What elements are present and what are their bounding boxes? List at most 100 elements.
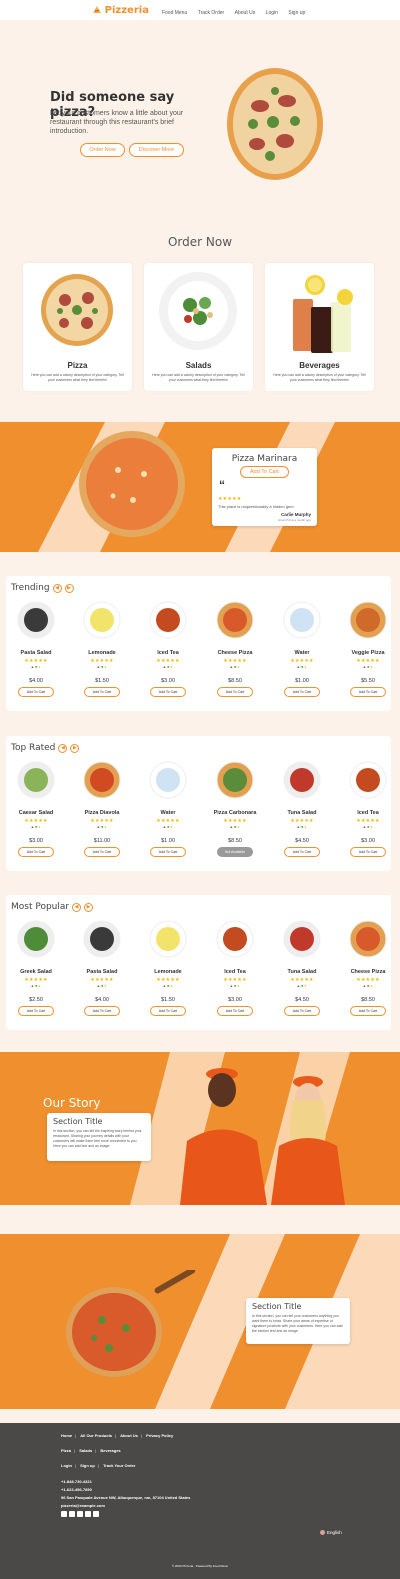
prev-arrow-icon[interactable]: ◀ xyxy=(52,583,62,593)
add-to-cart-button[interactable]: Add To Cart xyxy=(18,1006,54,1016)
product-card[interactable]: Pasta Salad ★★★★★ ▲■● $4.00 Add To Cart xyxy=(72,920,132,1016)
email-icon[interactable] xyxy=(93,1511,99,1517)
gluten-icon: ● xyxy=(304,825,308,829)
facebook-icon[interactable] xyxy=(61,1511,67,1517)
add-to-cart-button[interactable]: Add To Cart xyxy=(284,847,320,857)
footer-link-pizza[interactable]: Pizza xyxy=(61,1448,71,1453)
product-name: Greek Salad xyxy=(20,969,52,975)
product-name: Veggie Pizza xyxy=(351,650,385,656)
add-to-cart-button[interactable]: Add To Cart xyxy=(84,847,120,857)
top-rated-carousel: Top Rated ◀ ▶ Caesar Salad ★★★★★ ▲■● $3.00 Add … xyxy=(6,736,391,871)
product-card[interactable]: Iced Tea ★★★★★ ▲■● $3.00 Add To Cart xyxy=(338,761,391,857)
diet-badges: ▲■● xyxy=(205,665,265,669)
prev-arrow-icon[interactable]: ◀ xyxy=(58,743,68,753)
product-price: $5.50 xyxy=(361,678,375,684)
youtube-icon[interactable] xyxy=(77,1511,83,1517)
add-to-cart-button[interactable]: Add To Cart xyxy=(84,687,120,697)
featured-add-to-cart-button[interactable]: Add To Cart xyxy=(240,466,289,478)
carousel-title: Top Rated xyxy=(11,743,56,753)
add-to-cart-button[interactable]: Add To Cart xyxy=(84,1006,120,1016)
footer-link-login[interactable]: Login xyxy=(61,1463,72,1468)
social-links xyxy=(61,1511,101,1518)
instagram-icon[interactable] xyxy=(85,1511,91,1517)
add-to-cart-button[interactable]: Add To Cart xyxy=(217,1006,253,1016)
product-card[interactable]: Cheese Pizza ★★★★★ ▲■● $8.50 Add To Cart xyxy=(338,920,391,1016)
product-stars: ★★★★★ xyxy=(24,818,48,824)
product-image xyxy=(83,920,121,958)
footer-link-about[interactable]: About Us xyxy=(120,1433,138,1438)
add-to-cart-button[interactable]: Add To Cart xyxy=(217,687,253,697)
next-arrow-icon[interactable]: ▶ xyxy=(70,743,80,753)
product-name: Pasta Salad xyxy=(20,650,52,656)
product-price: $1.00 xyxy=(295,678,309,684)
product-card[interactable]: Greek Salad ★★★★★ ▲■● $2.50 Add To Cart xyxy=(6,920,66,1016)
product-stars: ★★★★★ xyxy=(90,658,114,664)
product-card[interactable]: Water ★★★★★ ▲■● $1.00 Add To Cart xyxy=(138,761,198,857)
add-to-cart-button[interactable]: Add To Cart xyxy=(150,687,186,697)
order-now-button[interactable]: Order Now xyxy=(80,143,125,157)
category-card-beverages[interactable]: Beverages Here you can add a catchy desc… xyxy=(265,263,374,391)
add-to-cart-button[interactable]: Add To Cart xyxy=(150,1006,186,1016)
not-available-button[interactable]: Not Available xyxy=(217,847,253,857)
category-card-salads[interactable]: Salads Here you can add a catchy descrip… xyxy=(144,263,253,391)
product-price: $4.00 xyxy=(29,678,43,684)
product-card[interactable]: Tuna Salad ★★★★★ ▲■● $4.50 Add To Cart xyxy=(272,761,332,857)
nav-about-us[interactable]: About Us xyxy=(235,10,256,16)
product-name: Water xyxy=(160,810,176,816)
add-to-cart-button[interactable]: Add To Cart xyxy=(284,1006,320,1016)
product-card[interactable]: Caesar Salad ★★★★★ ▲■● $3.00 Add To Cart xyxy=(6,761,66,857)
product-card[interactable]: Lemonade ★★★★★ ▲■● $1.50 Add To Cart xyxy=(72,601,132,697)
brand[interactable]: Pizzeria xyxy=(92,5,149,16)
diet-badges: ▲■● xyxy=(72,825,132,829)
beverages-category-image xyxy=(293,275,353,353)
footer-link-beverages[interactable]: Beverages xyxy=(100,1448,120,1453)
add-to-cart-button[interactable]: Add To Cart xyxy=(150,847,186,857)
nav-track-order[interactable]: Track Order xyxy=(198,10,224,16)
footer-email[interactable]: pizzeria@example.com xyxy=(61,1503,105,1508)
pizza-category-image xyxy=(41,274,113,346)
add-to-cart-button[interactable]: Add To Cart xyxy=(350,1006,386,1016)
product-card[interactable]: Water ★★★★★ ▲■● $1.00 Add To Cart xyxy=(272,601,332,697)
nav-sign-up[interactable]: Sign up xyxy=(288,10,305,16)
diet-badges: ▲■● xyxy=(338,984,391,988)
add-to-cart-button[interactable]: Add To Cart xyxy=(18,687,54,697)
footer-phone-2[interactable]: +1-623-456-7890 xyxy=(61,1487,92,1492)
prev-arrow-icon[interactable]: ◀ xyxy=(72,902,82,912)
footer-link-privacy[interactable]: Privacy Policy xyxy=(146,1433,173,1438)
add-to-cart-button[interactable]: Add To Cart xyxy=(350,847,386,857)
product-card[interactable]: Veggie Pizza ★★★★★ ▲■● $5.50 Add To Cart xyxy=(338,601,391,697)
product-card[interactable]: Cheese Pizza ★★★★★ ▲■● $8.50 Add To Cart xyxy=(205,601,265,697)
pizza-logo-icon xyxy=(92,6,101,13)
product-card[interactable]: Pizza Carbonara ★★★★★ ▲■● $8.50 Not Availabl… xyxy=(205,761,265,857)
footer-link-salads[interactable]: Salads xyxy=(79,1448,92,1453)
next-arrow-icon[interactable]: ▶ xyxy=(64,583,74,593)
product-stars: ★★★★★ xyxy=(90,977,114,983)
add-to-cart-button[interactable]: Add To Cart xyxy=(284,687,320,697)
add-to-cart-button[interactable]: Add To Cart xyxy=(18,847,54,857)
product-card[interactable]: Iced Tea ★★★★★ ▲■● $3.00 Add To Cart xyxy=(138,601,198,697)
category-card-pizza[interactable]: Pizza Here you can add a catchy descript… xyxy=(23,263,132,391)
product-card[interactable]: Pasta Salad ★★★★★ ▲■● $4.00 Add To Cart xyxy=(6,601,66,697)
product-price: $1.50 xyxy=(95,678,109,684)
footer-link-signup[interactable]: Sign up xyxy=(80,1463,95,1468)
add-to-cart-button[interactable]: Add To Cart xyxy=(350,687,386,697)
diet-badges: ▲■● xyxy=(272,825,332,829)
product-stars: ★★★★★ xyxy=(290,658,314,664)
featured-stars: ★★★★★ xyxy=(218,496,242,502)
nav-login[interactable]: Login xyxy=(266,10,278,16)
footer-phone-1[interactable]: +1-848-730-4321 xyxy=(61,1479,92,1484)
language-selector[interactable]: English xyxy=(320,1530,342,1535)
product-card[interactable]: Pizza Diavola ★★★★★ ▲■● $11.00 Add To Cart xyxy=(72,761,132,857)
product-card[interactable]: Lemonade ★★★★★ ▲■● $1.50 Add To Cart xyxy=(138,920,198,1016)
product-card[interactable]: Tuna Salad ★★★★★ ▲■● $4.50 Add To Cart xyxy=(272,920,332,1016)
product-name: Lemonade xyxy=(88,650,116,656)
footer-link-track[interactable]: Track Your Order xyxy=(103,1463,135,1468)
twitter-icon[interactable] xyxy=(69,1511,75,1517)
next-arrow-icon[interactable]: ▶ xyxy=(84,902,94,912)
discover-more-button[interactable]: Discover More xyxy=(129,143,184,157)
nav-food-menu[interactable]: Food Menu xyxy=(162,10,187,16)
category-desc: Here you can add a catchy description of… xyxy=(152,373,245,382)
footer-link-home[interactable]: Home xyxy=(61,1433,72,1438)
footer-link-products[interactable]: All Our Products xyxy=(80,1433,112,1438)
product-card[interactable]: Iced Tea ★★★★★ ▲■● $3.00 Add To Cart xyxy=(205,920,265,1016)
